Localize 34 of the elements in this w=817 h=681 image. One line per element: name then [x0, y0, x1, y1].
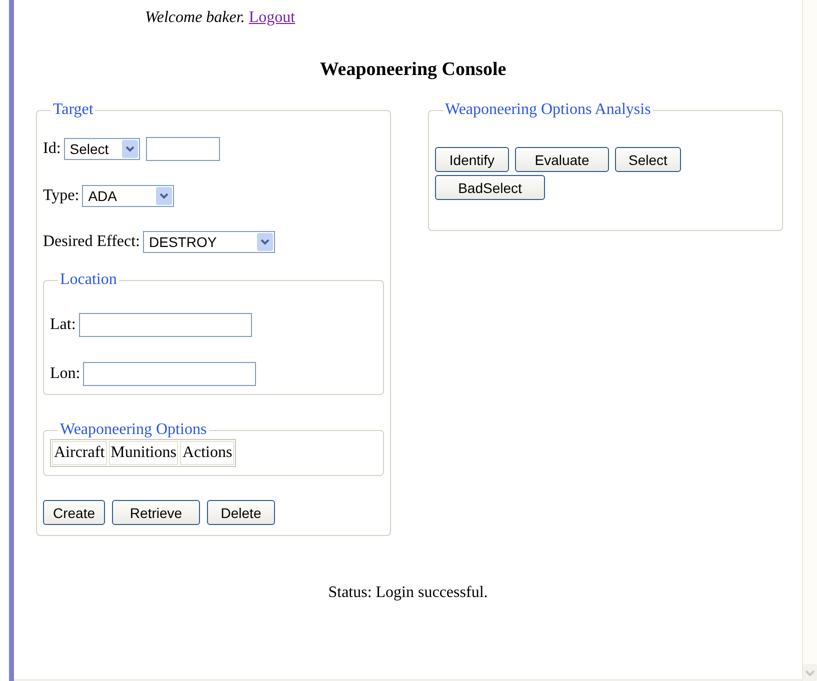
field-label: Lon:	[50, 365, 80, 383]
page-title: Weaponeering Console	[318, 59, 506, 81]
action-button[interactable]: Delete	[207, 500, 275, 525]
field-label: Lat:	[50, 316, 76, 334]
caret-icon	[122, 140, 138, 158]
options-tab[interactable]: Munitions	[108, 441, 178, 465]
field-label: Desired Effect:	[43, 233, 140, 251]
action-button[interactable]: Create	[43, 500, 105, 525]
analysis-button[interactable]: Select	[615, 147, 681, 172]
logout-link[interactable]: Logout	[248, 9, 296, 26]
caret-icon	[156, 187, 172, 205]
dropdown[interactable]: ADA	[82, 185, 174, 207]
options-tab[interactable]: Aircraft	[52, 441, 107, 465]
coordinate-field[interactable]	[83, 362, 256, 386]
panel-legend: Weaponeering Options Analysis	[443, 101, 653, 119]
field-label: Type:	[43, 187, 80, 205]
options-tab[interactable]: Actions	[180, 441, 234, 465]
caret-icon	[257, 233, 273, 251]
coordinate-field[interactable]	[78, 313, 252, 337]
panel-legend: Location	[58, 271, 119, 289]
status-text: Status: Login successful.	[327, 584, 489, 602]
panel-legend: Target	[51, 101, 96, 119]
welcome-text: Welcome baker.	[145, 9, 245, 26]
panel-legend: Weaponeering Options	[58, 421, 209, 439]
dropdown[interactable]: DESTROY	[143, 231, 275, 253]
id-field[interactable]	[146, 137, 220, 161]
field-label: Id:	[43, 140, 61, 158]
analysis-button[interactable]: Evaluate	[515, 147, 609, 172]
dropdown[interactable]: Select	[64, 138, 140, 160]
analysis-button[interactable]: BadSelect	[435, 175, 545, 200]
scroll-down-icon[interactable]	[803, 664, 817, 681]
analysis-button[interactable]: Identify	[435, 147, 509, 172]
scrollbar[interactable]	[802, 0, 817, 681]
action-button[interactable]: Retrieve	[112, 500, 200, 525]
